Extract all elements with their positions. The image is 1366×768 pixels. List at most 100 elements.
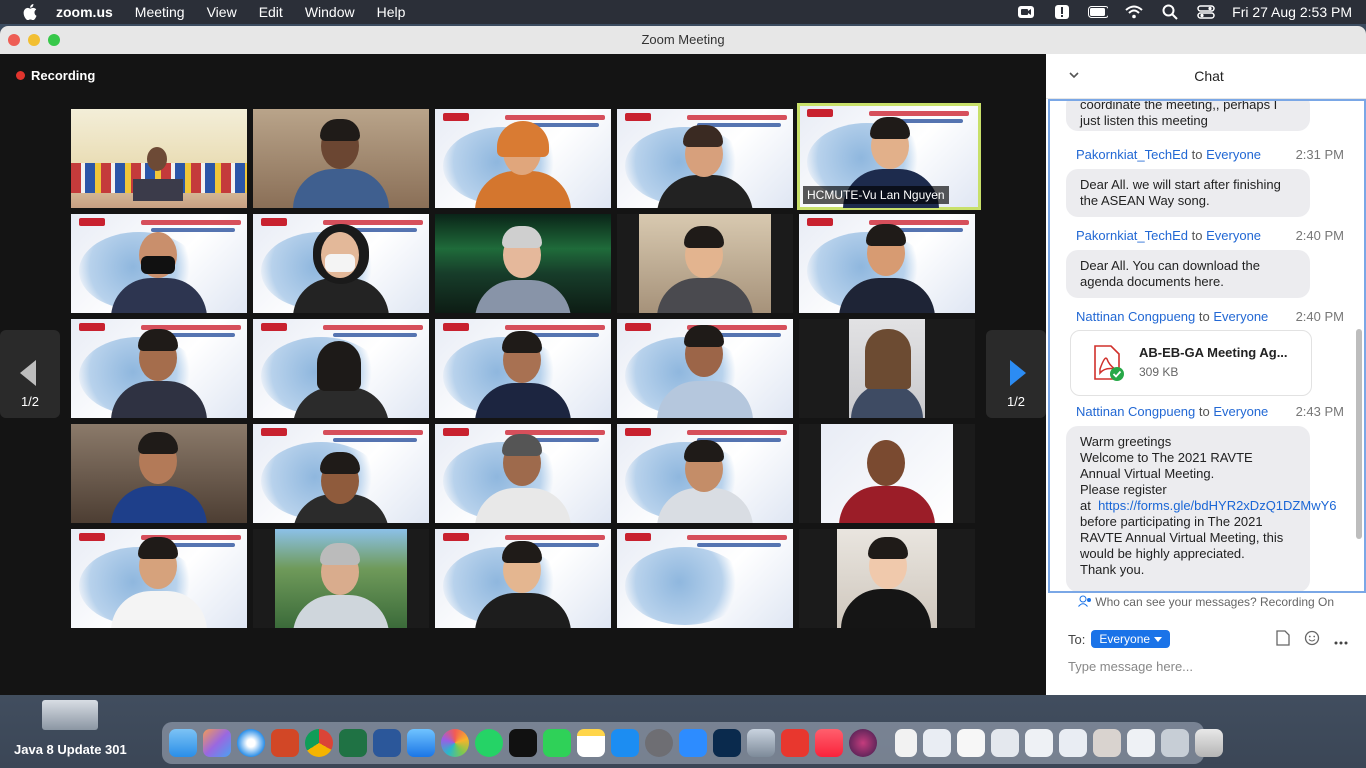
menu-view[interactable]: View	[207, 4, 237, 20]
screenshot-thumbnail-icon[interactable]	[1025, 729, 1053, 757]
app-store-icon[interactable]	[611, 729, 639, 757]
title-bar: Zoom Meeting	[0, 26, 1366, 55]
facetime-icon[interactable]	[543, 729, 571, 757]
video-tile[interactable]	[71, 319, 247, 418]
photos-icon[interactable]	[441, 729, 469, 757]
hard-drive-icon[interactable]	[42, 700, 98, 730]
menu-help[interactable]: Help	[377, 4, 406, 20]
chat-message[interactable]: coordinate the meeting,, perhaps I just …	[1066, 101, 1310, 131]
video-tile[interactable]	[435, 214, 611, 313]
preview-icon[interactable]	[747, 729, 775, 757]
video-tile[interactable]	[253, 109, 429, 208]
sender-name[interactable]: Nattinan Congpueng	[1076, 309, 1195, 324]
menu-meeting[interactable]: Meeting	[135, 4, 185, 20]
webex-meetings-icon[interactable]	[713, 729, 741, 757]
video-tile[interactable]	[799, 214, 975, 313]
message-input[interactable]: Type message here...	[1068, 659, 1193, 674]
menu-clock[interactable]: Fri 27 Aug 2:53 PM	[1232, 4, 1352, 20]
chat-message-text: Dear All. we will start after finishing …	[1080, 177, 1281, 208]
recipient-dropdown[interactable]: Everyone	[1091, 630, 1171, 648]
next-page-button[interactable]: 1/2	[986, 330, 1046, 418]
video-tile[interactable]	[253, 529, 429, 628]
safari-icon[interactable]	[237, 729, 265, 757]
sender-name[interactable]: Pakornkiat_TechEd	[1076, 228, 1188, 243]
chat-scrollbar[interactable]	[1356, 329, 1362, 539]
apple-icon[interactable]	[22, 4, 38, 20]
launchpad-icon[interactable]	[203, 729, 231, 757]
more-options-icon[interactable]	[1334, 632, 1348, 650]
video-tile[interactable]	[71, 214, 247, 313]
video-tile[interactable]	[799, 424, 975, 523]
chat-message-list[interactable]: coordinate the meeting,, perhaps I just …	[1048, 99, 1366, 593]
anydesk-icon[interactable]	[781, 729, 809, 757]
screenshot-thumbnail-icon[interactable]	[991, 729, 1019, 757]
file-share-icon[interactable]	[1276, 630, 1290, 651]
system-preferences-icon[interactable]	[645, 729, 673, 757]
video-tile[interactable]	[799, 529, 975, 628]
recipient-name[interactable]: Everyone	[1213, 404, 1268, 419]
zoom-status-icon[interactable]	[1016, 4, 1036, 20]
recipient-name[interactable]: Everyone	[1206, 147, 1261, 162]
video-tile[interactable]	[799, 319, 975, 418]
chat-message-line: Thank you.	[1080, 562, 1145, 577]
search-icon[interactable]	[1160, 4, 1180, 20]
video-tile[interactable]	[617, 109, 793, 208]
sender-name[interactable]: Nattinan Congpueng	[1076, 404, 1195, 419]
document-icon[interactable]	[895, 729, 917, 757]
finder-icon[interactable]	[169, 729, 197, 757]
chrome-icon[interactable]	[305, 729, 333, 757]
video-tile[interactable]	[617, 529, 793, 628]
video-tile[interactable]	[617, 214, 793, 313]
chat-message[interactable]: Dear All. You can download the agenda do…	[1066, 250, 1310, 298]
video-tile[interactable]	[617, 424, 793, 523]
webex-icon[interactable]	[509, 729, 537, 757]
screenshot-thumbnail-icon[interactable]	[957, 729, 985, 757]
whatsapp-icon[interactable]	[475, 729, 503, 757]
video-tile[interactable]	[253, 214, 429, 313]
media-app-icon[interactable]	[849, 729, 877, 757]
who-can-see-notice[interactable]: Who can see your messages? Recording On	[1046, 595, 1366, 609]
video-tile[interactable]	[71, 424, 247, 523]
screenshot-thumbnail-icon[interactable]	[923, 729, 951, 757]
video-tile[interactable]	[253, 319, 429, 418]
battery-icon[interactable]	[1088, 4, 1109, 20]
video-tile[interactable]	[71, 529, 247, 628]
recipient-name[interactable]: Everyone	[1213, 309, 1268, 324]
previous-page-button[interactable]: 1/2	[0, 330, 60, 418]
screenshot-thumbnail-icon[interactable]	[1127, 729, 1155, 757]
control-center-icon[interactable]	[1196, 4, 1216, 20]
screenshot-thumbnail-icon[interactable]	[1059, 729, 1087, 757]
registration-link[interactable]: https://forms.gle/bdHYR2xDzQ1DZMwY6	[1098, 498, 1336, 513]
java-installer-label[interactable]: Java 8 Update 301	[14, 742, 127, 757]
recording-indicator[interactable]: Recording	[16, 68, 95, 83]
recipient-name[interactable]: Everyone	[1206, 228, 1261, 243]
excel-icon[interactable]	[339, 729, 367, 757]
word-icon[interactable]	[373, 729, 401, 757]
sender-name[interactable]: Pakornkiat_TechEd	[1076, 147, 1188, 162]
video-tile[interactable]	[435, 109, 611, 208]
video-tile[interactable]	[71, 109, 247, 208]
wifi-icon[interactable]	[1124, 4, 1144, 20]
music-icon[interactable]	[815, 729, 843, 757]
mail-icon[interactable]	[407, 729, 435, 757]
trash-icon[interactable]	[1195, 729, 1223, 757]
alert-icon[interactable]	[1052, 4, 1072, 20]
video-tile[interactable]	[435, 424, 611, 523]
video-tile[interactable]	[435, 319, 611, 418]
file-attachment[interactable]: AB-EB-GA Meeting Ag... 309 KB	[1070, 330, 1312, 396]
menu-app-name[interactable]: zoom.us	[56, 4, 113, 20]
screenshot-thumbnail-icon[interactable]	[1161, 729, 1189, 757]
notes-icon[interactable]	[577, 729, 605, 757]
powerpoint-icon[interactable]	[271, 729, 299, 757]
screenshot-thumbnail-icon[interactable]	[1093, 729, 1121, 757]
menu-edit[interactable]: Edit	[259, 4, 283, 20]
emoji-icon[interactable]	[1304, 630, 1320, 651]
video-tile[interactable]	[253, 424, 429, 523]
active-speaker-tile[interactable]: HCMUTE-Vu Lan Nguyen	[797, 103, 981, 210]
menu-window[interactable]: Window	[305, 4, 355, 20]
video-tile[interactable]	[617, 319, 793, 418]
zoom-app-icon[interactable]	[679, 729, 707, 757]
chat-message[interactable]: Warm greetings Welcome to The 2021 RAVTE…	[1066, 426, 1336, 591]
chat-message[interactable]: Dear All. we will start after finishing …	[1066, 169, 1310, 217]
video-tile[interactable]	[435, 529, 611, 628]
